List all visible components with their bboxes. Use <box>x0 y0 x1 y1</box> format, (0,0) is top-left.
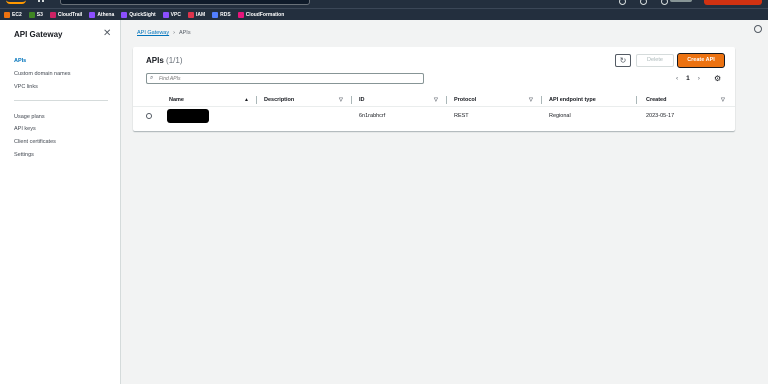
help-icon[interactable] <box>661 0 668 5</box>
apis-table-panel: APIs (1/1) ↻ Delete Create API ⌕ ‹ 1 › ⚙… <box>133 47 735 131</box>
sort-ascending-icon[interactable]: ▲ <box>244 97 249 103</box>
redacted-api-name[interactable] <box>167 109 209 123</box>
sidebar-item-settings[interactable]: Settings <box>14 152 34 158</box>
sort-icon[interactable]: ▽ <box>339 97 343 103</box>
column-divider <box>256 96 257 104</box>
favorite-iam[interactable]: IAM <box>187 11 205 18</box>
top-navigation: EC2 S3 CloudTrail Athena QuickSight VPC … <box>0 0 768 20</box>
refresh-button[interactable]: ↻ <box>615 54 631 67</box>
column-divider <box>351 96 352 104</box>
find-apis-field: ⌕ <box>146 73 424 84</box>
sidebar-title: API Gateway <box>14 30 63 39</box>
cloudshell-icon[interactable] <box>619 0 626 5</box>
sort-icon[interactable]: ▽ <box>721 97 725 103</box>
favorite-vpc[interactable]: VPC <box>162 11 181 18</box>
notifications-icon[interactable] <box>640 0 647 5</box>
next-page-icon[interactable]: › <box>698 75 700 82</box>
info-panel-icon[interactable] <box>754 25 762 33</box>
favorite-athena[interactable]: Athena <box>89 11 114 18</box>
vpc-icon <box>162 11 169 18</box>
breadcrumb-current: APIs <box>178 30 191 36</box>
cell-id: 6n1rabhcrf <box>359 113 386 119</box>
region-selector[interactable] <box>670 0 692 2</box>
sort-icon[interactable]: ▽ <box>434 97 438 103</box>
sort-icon[interactable]: ▽ <box>529 97 533 103</box>
close-icon[interactable]: ✕ <box>103 28 111 39</box>
row-select-radio[interactable] <box>146 113 152 119</box>
cell-endpoint-type: Regional <box>549 113 571 119</box>
breadcrumb-api-gateway[interactable]: API Gateway <box>137 30 169 36</box>
cloudtrail-icon <box>49 11 56 18</box>
cell-created: 2023-05-17 <box>646 113 675 119</box>
quicksight-icon <box>121 11 128 18</box>
header-icons <box>619 0 668 5</box>
refresh-icon: ↻ <box>619 56 627 65</box>
sidebar-item-vpc-links[interactable]: VPC links <box>14 84 38 90</box>
favorite-cloudtrail[interactable]: CloudTrail <box>49 11 82 18</box>
global-header <box>0 0 768 8</box>
favorite-rds[interactable]: RDS <box>212 11 231 18</box>
global-search-input[interactable] <box>60 0 310 5</box>
table-row[interactable]: 6n1rabhcrf REST Regional 2023-05-17 <box>133 109 735 123</box>
sidebar-item-api-keys[interactable]: API keys <box>14 126 36 132</box>
sidebar-item-client-certificates[interactable]: Client certificates <box>14 139 56 145</box>
column-header-endpoint-type[interactable]: API endpoint type <box>549 97 596 103</box>
create-api-button[interactable]: Create API <box>677 53 725 68</box>
cloudformation-icon <box>237 11 244 18</box>
column-header-name[interactable]: Name <box>169 97 184 103</box>
rds-icon <box>212 11 219 18</box>
iam-icon <box>187 11 194 18</box>
search-icon: ⌕ <box>150 75 154 81</box>
column-header-protocol[interactable]: Protocol <box>454 97 476 103</box>
gear-icon[interactable]: ⚙ <box>714 74 721 83</box>
find-apis-input[interactable] <box>159 75 409 83</box>
favorite-ec2[interactable]: EC2 <box>4 11 22 18</box>
cell-protocol: REST <box>454 113 469 119</box>
column-header-id[interactable]: ID <box>359 97 365 103</box>
sidebar-item-custom-domain-names[interactable]: Custom domain names <box>14 71 71 77</box>
pagination: ‹ 1 › ⚙ <box>676 74 721 83</box>
table-header: Name ▲ Description ▽ ID ▽ Protocol ▽ API… <box>133 95 735 107</box>
favorite-cloudformation[interactable]: CloudFormation <box>237 11 284 18</box>
delete-button[interactable]: Delete <box>636 54 674 67</box>
breadcrumb: API Gateway › APIs <box>137 30 191 36</box>
athena-icon <box>89 11 96 18</box>
sidebar-divider <box>14 100 108 101</box>
favorite-quicksight[interactable]: QuickSight <box>121 11 156 18</box>
panel-title: APIs (1/1) <box>146 56 183 65</box>
sidebar-item-apis[interactable]: APIs <box>14 58 26 64</box>
column-header-created[interactable]: Created <box>646 97 666 103</box>
s3-icon <box>28 11 35 18</box>
aws-logo[interactable] <box>6 0 26 4</box>
previous-page-icon[interactable]: ‹ <box>676 75 678 82</box>
side-navigation: API Gateway ✕ APIs Custom domain names V… <box>0 20 121 384</box>
favorite-s3[interactable]: S3 <box>28 11 43 18</box>
column-divider <box>446 96 447 104</box>
sidebar-item-usage-plans[interactable]: Usage plans <box>14 114 45 120</box>
column-header-description[interactable]: Description <box>264 97 294 103</box>
apis-count: (1/1) <box>166 56 183 65</box>
column-divider <box>636 96 637 104</box>
account-menu[interactable] <box>704 0 762 5</box>
current-page[interactable]: 1 <box>686 75 690 82</box>
favorites-bar: EC2 S3 CloudTrail Athena QuickSight VPC … <box>0 8 768 20</box>
column-divider <box>541 96 542 104</box>
chevron-right-icon: › <box>173 30 175 36</box>
services-menu-icon[interactable] <box>38 0 44 5</box>
ec2-icon <box>4 11 10 18</box>
